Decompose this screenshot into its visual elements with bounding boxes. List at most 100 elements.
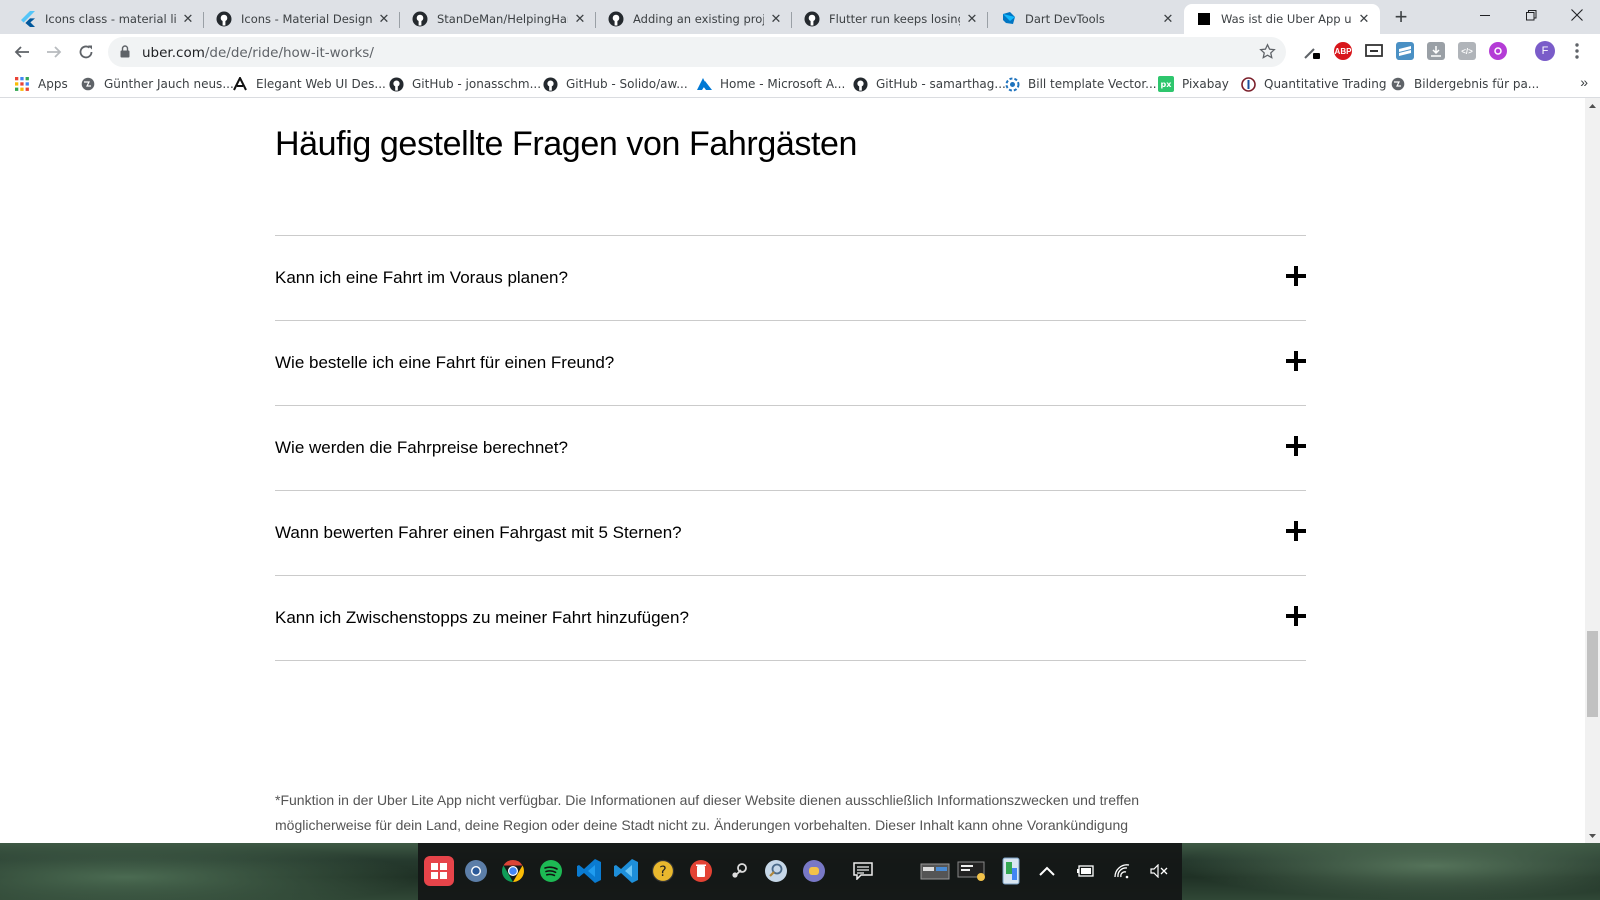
magnifier-app-icon[interactable] [761, 856, 791, 886]
volume-muted-icon[interactable] [1144, 856, 1174, 886]
back-button[interactable] [8, 38, 36, 66]
wallpaper-texture [1180, 843, 1600, 900]
adblock-plus-icon[interactable]: ABP [1334, 42, 1352, 60]
windows-taskbar: ? [0, 843, 1600, 900]
close-window-button[interactable] [1554, 0, 1600, 30]
close-icon[interactable]: ✕ [768, 11, 784, 27]
bookmark-label: Quantitative Trading [1264, 77, 1387, 91]
url-path: /de/de/ride/how-it-works/ [204, 45, 374, 61]
bookmark-apps[interactable]: Apps [14, 75, 68, 93]
lock-icon [120, 45, 130, 63]
vscode-icon[interactable] [574, 856, 604, 886]
bookmark-star-icon[interactable] [1259, 43, 1276, 65]
tab-uber-active[interactable]: Was ist die Uber App und wie ✕ [1184, 4, 1380, 34]
bookmark-github-samarthag[interactable]: GitHub - samarthag... [852, 75, 1006, 93]
tab-adding-project[interactable]: Adding an existing project ✕ [596, 4, 792, 34]
tab-icons-material[interactable]: Icons - Material Design ✕ [204, 4, 400, 34]
faq-list: Kann ich eine Fahrt im Voraus planen? Wi… [275, 235, 1306, 661]
bookmark-label: Bildergebnis für pa... [1414, 77, 1540, 91]
tab-icons-class[interactable]: Icons class - material library ✕ [8, 4, 204, 34]
faq-item[interactable]: Kann ich Zwischenstopps zu meiner Fahrt … [275, 576, 1306, 661]
notes-icon[interactable] [848, 856, 878, 886]
scroll-up-arrow-icon[interactable] [1585, 98, 1600, 113]
steam-icon[interactable] [724, 856, 754, 886]
minimize-button[interactable] [1462, 0, 1508, 30]
new-tab-button[interactable]: + [1388, 5, 1414, 31]
spotify-icon[interactable] [536, 856, 566, 886]
help-icon[interactable]: ? [648, 856, 678, 886]
purple-extension-icon[interactable] [1489, 42, 1507, 60]
scroll-down-arrow-icon[interactable] [1585, 828, 1600, 843]
expand-plus-icon[interactable] [1286, 606, 1306, 626]
wallpaper-texture [0, 843, 420, 900]
faq-question: Wie bestelle ich eine Fahrt für einen Fr… [275, 353, 615, 372]
chrome-menu-icon[interactable] [1568, 42, 1586, 60]
battery-icon[interactable] [1070, 856, 1100, 886]
bookmark-github-solido[interactable]: GitHub - Solido/aw... [542, 75, 688, 93]
chromium-icon[interactable] [461, 856, 491, 886]
expand-plus-icon[interactable] [1286, 351, 1306, 371]
expand-plus-icon[interactable] [1286, 521, 1306, 541]
bookmark-pixabay[interactable]: px Pixabay [1158, 75, 1229, 93]
tab-title: Adding an existing project [633, 12, 764, 26]
bookmark-quantitative-trading[interactable]: Quantitative Trading [1240, 75, 1386, 93]
windows-start-icon[interactable] [424, 856, 454, 886]
github-icon [542, 76, 558, 92]
wifi-icon[interactable] [1107, 856, 1137, 886]
close-icon[interactable]: ✕ [1160, 11, 1176, 27]
uber-icon [1196, 11, 1212, 27]
vertical-scrollbar[interactable] [1585, 98, 1600, 843]
tab-title: Flutter run keeps losing connection [829, 12, 960, 26]
restore-button[interactable] [1508, 0, 1554, 30]
faq-item[interactable]: Wann bewerten Fahrer einen Fahrgast mit … [275, 491, 1306, 576]
faq-heading: Häufig gestellte Fragen von Fahrgästen [275, 125, 858, 163]
faq-item[interactable]: Kann ich eine Fahrt im Voraus planen? [275, 236, 1306, 321]
chrome-icon[interactable] [498, 856, 528, 886]
close-icon[interactable]: ✕ [1356, 11, 1372, 27]
close-icon[interactable]: ✕ [180, 11, 196, 27]
expand-plus-icon[interactable] [1286, 266, 1306, 286]
tab-strip: Icons class - material library ✕ Icons -… [0, 0, 1600, 34]
tab-dart-devtools[interactable]: Dart DevTools ✕ [988, 4, 1184, 34]
address-bar[interactable]: uber.com/de/de/ride/how-it-works/ [108, 37, 1286, 67]
chevron-up-icon[interactable] [1032, 856, 1062, 886]
faq-item[interactable]: Wie bestelle ich eine Fahrt für einen Fr… [275, 321, 1306, 406]
faq-item[interactable]: Wie werden die Fahrpreise berechnet? [275, 406, 1306, 491]
cast-extension-icon[interactable] [1365, 42, 1383, 60]
tab-helpinghand[interactable]: StanDeMan/HelpingHand ✕ [400, 4, 596, 34]
bookmark-microsoft-azure[interactable]: Home - Microsoft A... [696, 75, 845, 93]
bookmark-guenther-jauch[interactable]: Günther Jauch neus... [80, 75, 234, 93]
eyedropper-extension-icon[interactable] [1303, 42, 1321, 60]
reload-button[interactable] [72, 38, 100, 66]
window-switch-icon[interactable] [918, 856, 952, 886]
vscode-insiders-icon[interactable] [611, 856, 641, 886]
code-extension-icon[interactable]: </> [1458, 42, 1476, 60]
profile-avatar[interactable]: F [1535, 41, 1555, 61]
monitor-icon[interactable] [955, 856, 989, 886]
forward-button[interactable] [40, 38, 68, 66]
bookmark-bill-template[interactable]: Bill template Vector... [1004, 75, 1157, 93]
faq-question: Wann bewerten Fahrer einen Fahrgast mit … [275, 523, 682, 542]
bookmark-elegant-web-ui[interactable]: Elegant Web UI Des... [232, 75, 386, 93]
a-logo-icon [232, 76, 248, 92]
download-extension-icon[interactable] [1427, 42, 1445, 60]
quant-icon [1240, 76, 1256, 92]
tab-flutter-run[interactable]: Flutter run keeps losing connection ✕ [792, 4, 988, 34]
close-icon[interactable]: ✕ [376, 11, 392, 27]
bookmark-github-jonasschm[interactable]: GitHub - jonasschm... [388, 75, 541, 93]
dart-icon [1000, 11, 1016, 27]
phone-link-icon[interactable] [996, 856, 1026, 886]
profile-initial: F [1541, 45, 1549, 57]
bookmark-bildergebnis[interactable]: Bildergebnis für pa... [1390, 75, 1539, 93]
bookmark-label: Günther Jauch neus... [104, 77, 234, 91]
close-icon[interactable]: ✕ [964, 11, 980, 27]
bookmark-label: Elegant Web UI Des... [256, 77, 386, 91]
close-icon[interactable]: ✕ [572, 11, 588, 27]
scroll-thumb[interactable] [1587, 631, 1598, 717]
flutter-icon [20, 11, 36, 27]
discord-icon[interactable] [799, 856, 829, 886]
bookmarks-overflow-icon[interactable]: » [1580, 74, 1588, 90]
expand-plus-icon[interactable] [1286, 436, 1306, 456]
sublime-extension-icon[interactable] [1396, 42, 1414, 60]
delete-app-icon[interactable] [686, 856, 716, 886]
